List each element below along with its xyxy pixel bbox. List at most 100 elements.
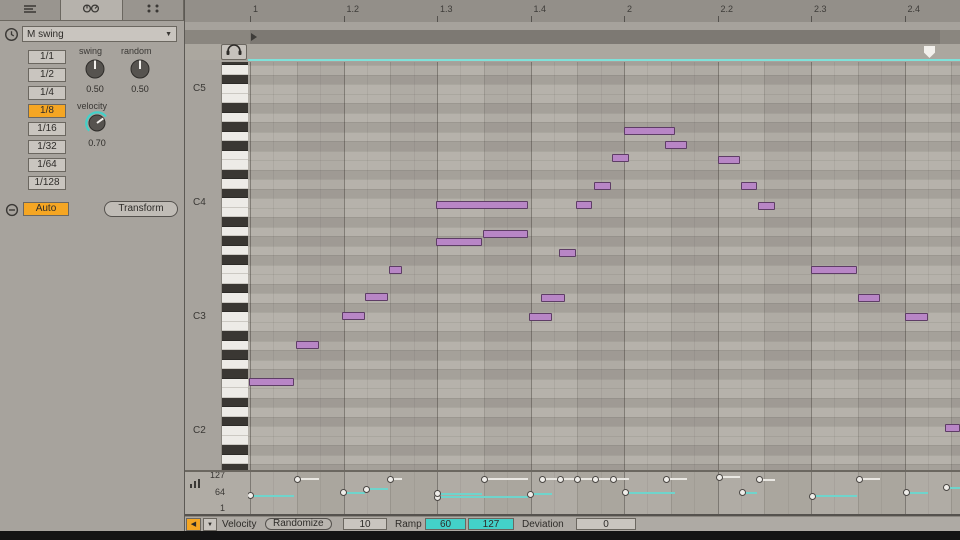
piano-key[interactable]: [222, 265, 248, 275]
randomize-button[interactable]: Randomize: [265, 518, 332, 530]
preset-dropdown[interactable]: M swing ▼: [22, 26, 177, 42]
piano-key[interactable]: [222, 293, 248, 303]
velocity-marker[interactable]: [294, 476, 301, 483]
velocity-marker[interactable]: [716, 474, 723, 481]
piano-key[interactable]: [222, 170, 248, 180]
piano-key[interactable]: [222, 122, 248, 132]
random-knob-value[interactable]: 0.50: [127, 84, 153, 94]
piano-key[interactable]: [222, 341, 248, 351]
velocity-marker[interactable]: [856, 476, 863, 483]
midi-note[interactable]: [436, 201, 528, 209]
piano-key[interactable]: [222, 160, 248, 170]
piano-key[interactable]: [222, 132, 248, 142]
midi-note[interactable]: [718, 156, 740, 164]
swing-knob[interactable]: [82, 56, 108, 87]
midi-note[interactable]: [624, 127, 675, 135]
randomize-amount-field[interactable]: 10: [343, 518, 387, 530]
piano-key[interactable]: [222, 189, 248, 199]
lane-dropdown-button[interactable]: ▼: [203, 518, 217, 531]
midi-note[interactable]: [945, 424, 960, 432]
piano-key[interactable]: [222, 84, 248, 94]
swing-knob-value[interactable]: 0.50: [82, 84, 108, 94]
piano-key[interactable]: [222, 103, 248, 113]
midi-note[interactable]: [249, 378, 294, 386]
velocity-segment[interactable]: [624, 492, 675, 494]
velocity-marker[interactable]: [363, 486, 370, 493]
deviation-field[interactable]: 0: [576, 518, 636, 530]
midi-note[interactable]: [529, 313, 552, 321]
velocity-marker[interactable]: [387, 476, 394, 483]
lane-select-button[interactable]: ◀: [186, 518, 201, 531]
ramp-end-field[interactable]: 127: [468, 518, 514, 530]
piano-key[interactable]: [222, 236, 248, 246]
hotswap-preset-icon[interactable]: [4, 27, 19, 47]
piano-key[interactable]: [222, 246, 248, 256]
midi-note[interactable]: [612, 154, 629, 162]
scrub-area[interactable]: [185, 22, 960, 30]
midi-note[interactable]: [296, 341, 319, 349]
velocity-lane[interactable]: 127641: [185, 472, 960, 516]
piano-key[interactable]: [222, 303, 248, 313]
piano-key[interactable]: [222, 255, 248, 265]
piano-key[interactable]: [222, 436, 248, 446]
random-knob[interactable]: [127, 56, 153, 87]
velocity-marker[interactable]: [610, 476, 617, 483]
transform-button[interactable]: Transform: [104, 201, 178, 217]
piano-key[interactable]: [222, 331, 248, 341]
piano-key[interactable]: [222, 274, 248, 284]
midi-note[interactable]: [858, 294, 880, 302]
tab-tools[interactable]: [61, 0, 122, 20]
midi-note[interactable]: [541, 294, 565, 302]
piano-key[interactable]: [222, 198, 248, 208]
auto-button[interactable]: Auto: [23, 202, 69, 216]
piano-key[interactable]: [222, 75, 248, 85]
midi-note[interactable]: [559, 249, 576, 257]
grid-rate-button[interactable]: 1/4: [28, 86, 66, 100]
velocity-marker[interactable]: [622, 489, 629, 496]
midi-note[interactable]: [594, 182, 611, 190]
clip-start-marker-icon[interactable]: [251, 33, 257, 41]
piano-key[interactable]: [222, 379, 248, 389]
midi-note[interactable]: [758, 202, 775, 210]
auto-toggle-icon[interactable]: [5, 203, 19, 222]
velocity-segment[interactable]: [436, 496, 528, 498]
grid-rate-button[interactable]: 1/16: [28, 122, 66, 136]
midi-note[interactable]: [483, 230, 528, 238]
piano-key[interactable]: [222, 398, 248, 408]
piano-key[interactable]: [222, 208, 248, 218]
velocity-marker[interactable]: [527, 491, 534, 498]
piano-key[interactable]: [222, 141, 248, 151]
midi-note[interactable]: [811, 266, 857, 274]
grid-rate-button[interactable]: 1/64: [28, 158, 66, 172]
piano-key[interactable]: [222, 360, 248, 370]
velocity-segment[interactable]: [436, 493, 482, 495]
midi-note[interactable]: [665, 141, 687, 149]
grid-rate-button[interactable]: 1/1: [28, 50, 66, 64]
velocity-segment[interactable]: [483, 478, 528, 480]
velocity-marker[interactable]: [809, 493, 816, 500]
preview-headphone-button[interactable]: [221, 44, 247, 60]
midi-note[interactable]: [389, 266, 402, 274]
midi-note[interactable]: [741, 182, 757, 190]
loop-brace[interactable]: [250, 30, 940, 44]
piano-key[interactable]: [222, 312, 248, 322]
velocity-knob-value[interactable]: 0.70: [84, 138, 110, 148]
piano-key[interactable]: [222, 426, 248, 436]
piano-key[interactable]: [222, 350, 248, 360]
grid-rate-button[interactable]: 1/128: [28, 176, 66, 190]
piano-key[interactable]: [222, 455, 248, 465]
velocity-marker[interactable]: [481, 476, 488, 483]
velocity-marker[interactable]: [739, 489, 746, 496]
midi-note[interactable]: [436, 238, 482, 246]
velocity-knob[interactable]: [84, 110, 110, 141]
midi-note[interactable]: [576, 201, 592, 209]
piano-key[interactable]: [222, 65, 248, 75]
piano-key[interactable]: [222, 369, 248, 379]
note-grid[interactable]: [248, 62, 960, 470]
velocity-marker[interactable]: [557, 476, 564, 483]
midi-note[interactable]: [365, 293, 388, 301]
midi-note[interactable]: [342, 312, 365, 320]
grid-rate-button[interactable]: 1/2: [28, 68, 66, 82]
piano-key[interactable]: [222, 227, 248, 237]
piano-key[interactable]: [222, 284, 248, 294]
